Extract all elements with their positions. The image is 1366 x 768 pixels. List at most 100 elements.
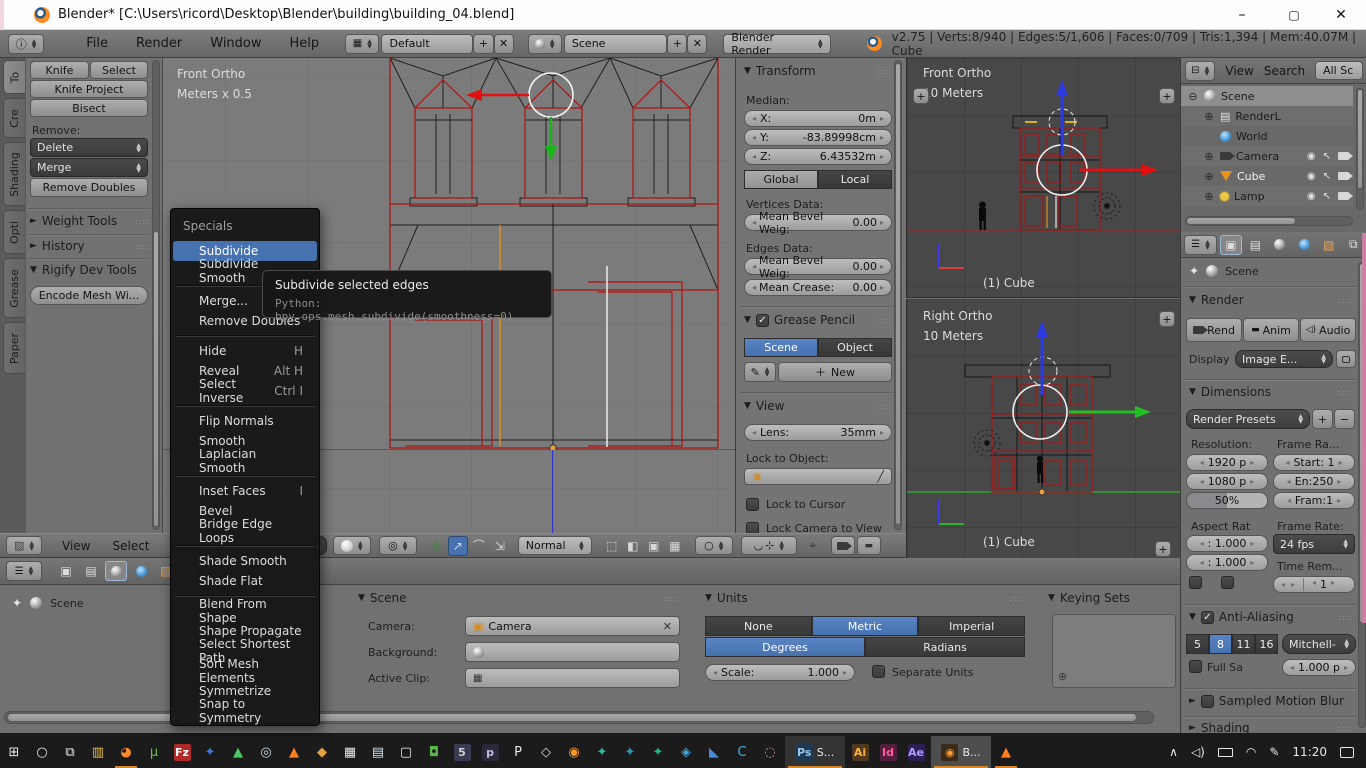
outliner-v-scrollbar[interactable] bbox=[1356, 88, 1364, 210]
outliner-display-filter[interactable]: All Sc bbox=[1315, 61, 1363, 80]
tray-pen-icon[interactable]: ✎ bbox=[1269, 745, 1279, 759]
bisect-button[interactable]: Bisect bbox=[30, 99, 148, 117]
expand-toggle-icon[interactable]: ⊖ bbox=[1187, 90, 1199, 103]
menu-item-sort-mesh-elements[interactable]: Sort Mesh Elements bbox=[173, 661, 317, 681]
vertex-select-icon[interactable]: ⬚ bbox=[602, 536, 622, 556]
units-panel-header[interactable]: ▼Units:::: bbox=[705, 591, 1025, 605]
menu-window[interactable]: Window bbox=[210, 36, 261, 51]
properties-editor-type-button[interactable]: ☰▲▼ bbox=[1184, 235, 1217, 255]
app-shield[interactable]: ◈ bbox=[672, 736, 700, 768]
outliner-menu-search[interactable]: Search bbox=[1264, 64, 1305, 78]
tray-notification-icon[interactable] bbox=[1340, 747, 1354, 758]
tab-render-layers[interactable]: ▤ bbox=[80, 561, 102, 581]
app-p[interactable]: P bbox=[504, 736, 532, 768]
menu-item-snap-to-symmetry[interactable]: Snap to Symmetry bbox=[173, 701, 317, 721]
median-x-field[interactable]: ◂X:0m▸ bbox=[744, 110, 892, 127]
app-teal-3[interactable]: ✦ bbox=[644, 736, 672, 768]
frame-start-field[interactable]: ◂Start: 1▸ bbox=[1273, 454, 1355, 471]
knife-project-button[interactable]: Knife Project bbox=[30, 80, 148, 98]
tab-scene[interactable] bbox=[105, 561, 127, 581]
toolshelf-tab-shading[interactable]: Shading bbox=[3, 142, 25, 206]
menu-file[interactable]: File bbox=[86, 36, 108, 51]
pin-icon[interactable]: ✦ bbox=[1189, 264, 1199, 278]
scene-add-button[interactable]: + bbox=[667, 34, 687, 54]
restrict-select-cursor-icon[interactable]: ↖ bbox=[1323, 191, 1331, 202]
firefox[interactable]: ◕ bbox=[112, 736, 140, 768]
full-sample-checkbox[interactable] bbox=[1189, 660, 1202, 673]
restrict-render-camera-icon[interactable] bbox=[1338, 192, 1349, 200]
tray-battery-icon[interactable] bbox=[1218, 748, 1233, 757]
scene-name-field[interactable]: Scene bbox=[564, 34, 667, 54]
tray-chevron-icon[interactable]: ∧ bbox=[1169, 745, 1178, 759]
edge-select-icon[interactable]: ◧ bbox=[623, 536, 643, 556]
tab-constraints[interactable]: ⧉ bbox=[1343, 235, 1364, 255]
utorrent[interactable]: µ bbox=[140, 736, 168, 768]
building-mesh-wireframe[interactable] bbox=[370, 58, 722, 450]
weight-tools-panel-header[interactable]: ►Weight Tools:::: bbox=[30, 214, 150, 228]
rigify-panel-header[interactable]: ▼Rigify Dev Tools bbox=[30, 263, 150, 277]
app-ruler[interactable]: ◣ bbox=[700, 736, 728, 768]
menu-render[interactable]: Render bbox=[136, 36, 182, 51]
scene-delete-button[interactable]: ✕ bbox=[687, 34, 707, 54]
preset-add-button[interactable]: + bbox=[1312, 409, 1333, 429]
tray-clock[interactable]: 11:20 bbox=[1292, 745, 1327, 759]
merge-menu-button[interactable]: Merge▲▼ bbox=[30, 158, 148, 177]
median-y-field[interactable]: ◂Y:-83.89998cm▸ bbox=[744, 129, 892, 146]
layout-delete-button[interactable]: ✕ bbox=[494, 34, 514, 54]
render-animation-button[interactable]: ▬Anim bbox=[1243, 318, 1299, 342]
lens-field[interactable]: ◂Lens:35mm▸ bbox=[744, 424, 892, 441]
menu-item-shade-smooth[interactable]: Shade Smooth bbox=[173, 551, 317, 571]
time-remap-stepper[interactable]: ◂▸◂1▸ bbox=[1273, 576, 1355, 593]
grease-new-layer-button[interactable]: ＋New bbox=[778, 362, 892, 382]
rotation-units-toggle[interactable]: Degrees Radians bbox=[705, 637, 1025, 657]
edges-bevel-weight-field[interactable]: ◂Mean Bevel Weig:0.00▸ bbox=[744, 258, 892, 275]
toolshelf-tab-options[interactable]: Opti bbox=[3, 210, 25, 254]
aspect-y-field[interactable]: ◂: 1.000▸ bbox=[1186, 554, 1268, 571]
opengl-render-anim-button[interactable]: ▬ bbox=[857, 536, 881, 555]
limit-visible-icon[interactable]: ▦ bbox=[665, 536, 685, 556]
scene-panel-header[interactable]: ▼Scene:::: bbox=[358, 591, 678, 605]
lock-to-cursor-checkbox[interactable] bbox=[746, 498, 759, 511]
outliner-menu-view[interactable]: View bbox=[1225, 64, 1253, 78]
aspect-x-field[interactable]: ◂: 1.000▸ bbox=[1186, 535, 1268, 552]
unity[interactable]: ◇ bbox=[532, 736, 560, 768]
cortana[interactable]: ○ bbox=[28, 736, 56, 768]
pivot-point-dropdown[interactable]: ◎▲▼ bbox=[379, 536, 417, 555]
app-5[interactable]: 5 bbox=[448, 736, 476, 768]
menu-item-select-inverse[interactable]: Select InverseCtrl I bbox=[173, 381, 317, 401]
indesign[interactable]: Id bbox=[874, 736, 902, 768]
render-audio-button[interactable]: ◁)Audio bbox=[1300, 318, 1356, 342]
outliner-row-camera[interactable]: ⊕Camera◉↖ bbox=[1181, 146, 1353, 166]
filezilla[interactable]: Fz bbox=[168, 736, 196, 768]
toolshelf-tab-tools[interactable]: To bbox=[3, 60, 25, 94]
toolshelf-tab-grease[interactable]: Grease bbox=[3, 258, 25, 318]
expand-toggle-icon[interactable]: ⊕ bbox=[1203, 150, 1215, 163]
npanel-scrollbar[interactable] bbox=[894, 60, 902, 530]
expand-toggle-icon[interactable]: ⊕ bbox=[1203, 170, 1215, 183]
document-app[interactable]: ▢ bbox=[392, 736, 420, 768]
restrict-render-camera-icon[interactable] bbox=[1338, 172, 1349, 180]
manipulator-axis-icon[interactable]: ⊹ bbox=[427, 536, 447, 556]
frame-step-field[interactable]: ◂Fram:1▸ bbox=[1273, 492, 1355, 509]
lock-object-field[interactable]: ▣╱ bbox=[744, 468, 892, 485]
grease-draw-mode-button[interactable]: ✎▲▼ bbox=[744, 362, 776, 382]
outliner-row-world[interactable]: World bbox=[1181, 126, 1353, 146]
manipulator-translate-icon[interactable]: ↗ bbox=[448, 536, 468, 556]
maximize-button[interactable]: ▢ bbox=[1272, 8, 1316, 22]
view3d-menu-select[interactable]: Select bbox=[112, 539, 149, 553]
frame-end-field[interactable]: ◂En:250▸ bbox=[1273, 473, 1355, 490]
lock-app[interactable]: ◆ bbox=[308, 736, 336, 768]
calculator[interactable]: ▦ bbox=[336, 736, 364, 768]
dimensions-panel-header[interactable]: ▼Dimensions:::: bbox=[1189, 385, 1353, 399]
start-button[interactable]: ⊞ bbox=[0, 736, 28, 768]
restrict-view-eye-icon[interactable]: ◉ bbox=[1307, 171, 1316, 182]
resolution-percentage-slider[interactable]: 50% bbox=[1186, 492, 1268, 509]
render-presets-dropdown[interactable]: Render Presets▲▼ bbox=[1186, 409, 1310, 429]
mean-bevel-weight-field[interactable]: ◂Mean Bevel Weig:0.00▸ bbox=[744, 214, 892, 231]
history-panel-header[interactable]: ►History:::: bbox=[30, 239, 150, 253]
dropbox[interactable]: ✦ bbox=[196, 736, 224, 768]
menu-item-inset-faces[interactable]: Inset FacesI bbox=[173, 481, 317, 501]
google-drive[interactable]: ▲ bbox=[224, 736, 252, 768]
aspect-checkbox-2[interactable] bbox=[1221, 576, 1234, 589]
tab-object[interactable]: ▧ bbox=[1318, 235, 1339, 255]
